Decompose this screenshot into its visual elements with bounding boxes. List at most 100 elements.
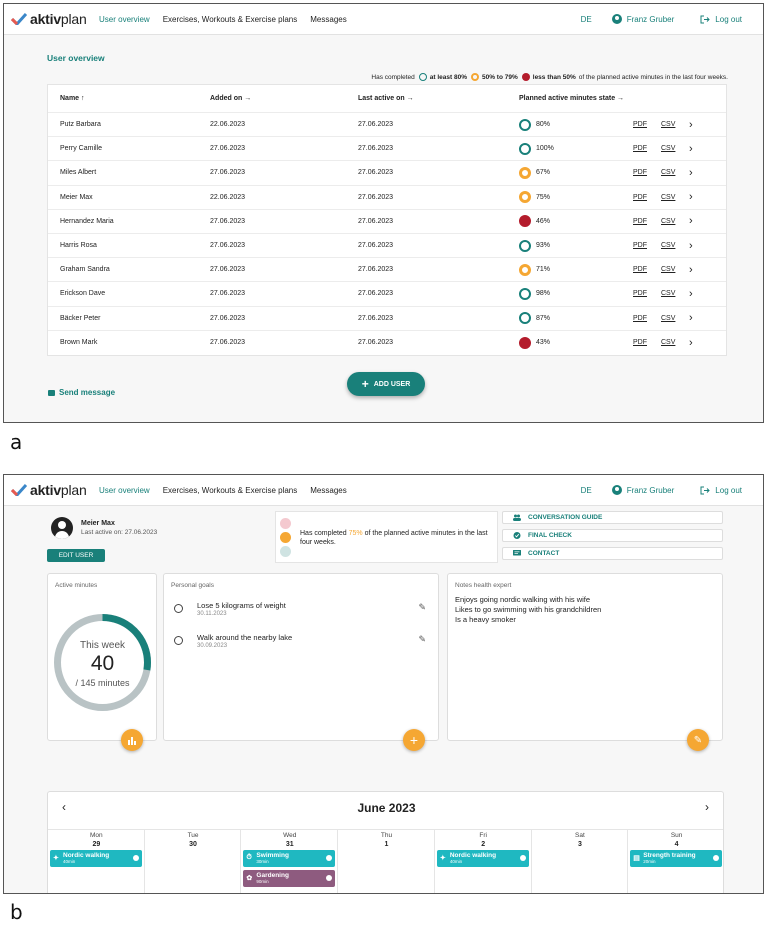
user-menu[interactable]: Franz Gruber <box>611 14 674 24</box>
chevron-right-icon[interactable]: › <box>689 191 709 203</box>
logo-check-icon <box>11 484 27 496</box>
nav-messages[interactable]: Messages <box>310 486 346 495</box>
chevron-right-icon[interactable]: › <box>689 215 709 227</box>
csv-link[interactable]: CSV <box>661 339 689 346</box>
row-state: 93% <box>519 239 633 252</box>
weekday-label: Mon <box>90 832 103 839</box>
day-number: 29 <box>92 841 101 848</box>
contact-label: CONTACT <box>528 550 560 557</box>
logout-icon <box>700 15 711 23</box>
chevron-right-icon[interactable]: › <box>705 800 709 814</box>
pdf-link[interactable]: PDF <box>633 290 661 297</box>
user-menu[interactable]: Franz Gruber <box>611 485 674 495</box>
chevron-right-icon[interactable]: › <box>689 143 709 155</box>
language-switch[interactable]: DE <box>581 486 592 495</box>
weekday-label: Sat <box>575 832 585 839</box>
table-row[interactable]: Erickson Dave 27.06.2023 27.06.2023 98% PDF C… <box>48 282 726 307</box>
table-row[interactable]: Bäcker Peter 27.06.2023 27.06.2023 87% PDF CS… <box>48 307 726 331</box>
calendar-event[interactable]: ✦ Nordic walking 40min <box>436 850 529 867</box>
logout-button[interactable]: Log out <box>700 486 742 495</box>
col-name[interactable]: Name ↑ <box>48 95 210 102</box>
edit-notes-button[interactable]: ✎ <box>687 729 709 751</box>
app-logo[interactable]: aktivplan <box>11 482 99 498</box>
goal-checkbox[interactable] <box>174 636 183 645</box>
pencil-icon[interactable]: ✎ <box>418 602 426 613</box>
top-nav: aktivplan User overview Exercises, Worko… <box>4 4 763 35</box>
table-row[interactable]: Hernandez Maria 27.06.2023 27.06.2023 46% PD… <box>48 210 726 234</box>
csv-link[interactable]: CSV <box>661 290 689 297</box>
app-logo[interactable]: aktivplan <box>11 11 99 27</box>
pdf-link[interactable]: PDF <box>633 145 661 152</box>
table-row[interactable]: Putz Barbara 22.06.2023 27.06.2023 80% PDF CS… <box>48 113 726 138</box>
row-added: 27.06.2023 <box>210 217 246 225</box>
event-duration: 90min <box>256 879 269 884</box>
row-added: 22.06.2023 <box>210 121 246 129</box>
table-row[interactable]: Perry Camille 27.06.2023 27.06.2023 100% PDF… <box>48 137 726 162</box>
activity-icon: ▤ <box>633 855 640 862</box>
goal-checkbox[interactable] <box>174 604 183 613</box>
pdf-link[interactable]: PDF <box>633 218 661 225</box>
send-message-button[interactable]: Send message <box>48 388 115 397</box>
calendar-event[interactable]: ✦ Nordic walking 40min <box>50 850 142 867</box>
calendar-event[interactable]: ▤ Strength training 20min <box>630 850 723 867</box>
chevron-right-icon[interactable]: › <box>689 312 709 324</box>
csv-link[interactable]: CSV <box>661 266 689 273</box>
logout-button[interactable]: Log out <box>700 15 742 24</box>
col-last-active[interactable]: Last active on → <box>358 95 519 102</box>
table-row[interactable]: Miles Albert 27.06.2023 27.06.2023 67% PDF CS… <box>48 161 726 186</box>
legend-mid-icon <box>470 73 479 81</box>
csv-link[interactable]: CSV <box>661 315 689 322</box>
day-number: 1 <box>384 841 389 848</box>
nav-user-overview[interactable]: User overview <box>99 486 150 495</box>
calendar-event[interactable]: ✿ Gardening 90min <box>243 870 336 887</box>
pdf-link[interactable]: PDF <box>633 194 661 201</box>
logo-light: plan <box>60 482 87 498</box>
col-state[interactable]: Planned active minutes state → <box>519 95 719 102</box>
row-state: 98% <box>519 287 633 300</box>
chevron-right-icon[interactable]: › <box>689 240 709 252</box>
chevron-right-icon[interactable]: › <box>689 264 709 276</box>
csv-link[interactable]: CSV <box>661 145 689 152</box>
table-row[interactable]: Graham Sandra 27.06.2023 27.06.2023 71% PDF C… <box>48 258 726 283</box>
pdf-link[interactable]: PDF <box>633 169 661 176</box>
calendar-event[interactable]: ⏱ Swimming 30min <box>243 850 336 867</box>
contact-button[interactable]: CONTACT <box>502 547 723 560</box>
status-ring-icon <box>519 287 531 300</box>
nav-exercises[interactable]: Exercises, Workouts & Exercise plans <box>163 486 298 495</box>
table-row[interactable]: Brown Mark 27.06.2023 27.06.2023 43% PDF CSV › <box>48 331 726 355</box>
table-row[interactable]: Harris Rosa 27.06.2023 27.06.2023 93% PDF CSV… <box>48 234 726 259</box>
chevron-right-icon[interactable]: › <box>689 167 709 179</box>
chevron-right-icon[interactable]: › <box>689 288 709 300</box>
pencil-icon[interactable]: ✎ <box>418 634 426 645</box>
row-state: 46% <box>519 215 633 228</box>
calendar: ‹ June 2023 › Mon295Tue306Wed317Thu18Fri… <box>47 791 724 893</box>
chevron-right-icon[interactable]: › <box>689 337 709 349</box>
csv-link[interactable]: CSV <box>661 218 689 225</box>
statistics-button[interactable] <box>121 729 143 751</box>
pdf-link[interactable]: PDF <box>633 315 661 322</box>
final-check-button[interactable]: FINAL CHECK <box>502 529 723 542</box>
col-added[interactable]: Added on → <box>210 95 358 102</box>
status-ring-icon <box>519 312 531 325</box>
csv-link[interactable]: CSV <box>661 169 689 176</box>
language-switch[interactable]: DE <box>581 15 592 24</box>
chevron-right-icon[interactable]: › <box>689 119 709 131</box>
pdf-link[interactable]: PDF <box>633 121 661 128</box>
note-line: Enjoys going nordic walking with his wif… <box>455 595 591 604</box>
table-row[interactable]: Meier Max 22.06.2023 27.06.2023 75% PDF CSV › <box>48 186 726 210</box>
edit-user-button[interactable]: EDIT USER <box>47 549 105 562</box>
pdf-link[interactable]: PDF <box>633 339 661 346</box>
csv-link[interactable]: CSV <box>661 194 689 201</box>
notes-card: Notes health expert Enjoys going nordic … <box>447 573 723 751</box>
conversation-guide-button[interactable]: CONVERSATION GUIDE <box>502 511 723 524</box>
status-ring-icon <box>519 166 531 179</box>
add-user-button[interactable]: + ADD USER <box>347 372 425 396</box>
csv-link[interactable]: CSV <box>661 121 689 128</box>
nav-user-overview[interactable]: User overview <box>99 15 150 24</box>
pdf-link[interactable]: PDF <box>633 266 661 273</box>
nav-messages[interactable]: Messages <box>310 15 346 24</box>
csv-link[interactable]: CSV <box>661 242 689 249</box>
add-goal-button[interactable]: + <box>403 729 425 751</box>
pdf-link[interactable]: PDF <box>633 242 661 249</box>
nav-exercises[interactable]: Exercises, Workouts & Exercise plans <box>163 15 298 24</box>
